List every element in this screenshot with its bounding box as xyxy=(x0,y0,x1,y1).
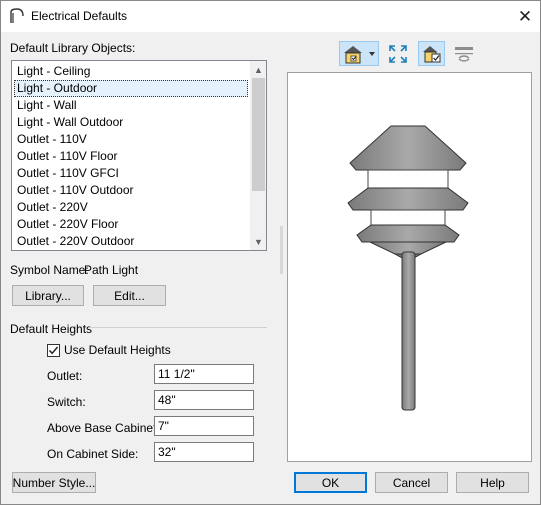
fill-window-button[interactable] xyxy=(385,41,410,66)
library-button[interactable]: Library... xyxy=(12,285,84,306)
default-heights-label: Default Heights xyxy=(10,322,93,336)
list-item[interactable]: Outlet - 220V Outdoor xyxy=(14,233,248,250)
scroll-down-icon[interactable]: ▼ xyxy=(250,233,266,250)
list-scrollbar[interactable]: ▲ ▼ xyxy=(250,61,266,250)
list-item[interactable]: Outlet - 110V Floor xyxy=(14,148,248,165)
checkmark-icon xyxy=(48,346,59,355)
list-item[interactable]: Outlet - 110V GFCI xyxy=(14,165,248,182)
switch-height-field[interactable]: 48" xyxy=(154,390,254,410)
list-item[interactable]: Light - Wall xyxy=(14,97,248,114)
camera-view-button[interactable] xyxy=(339,41,379,66)
list-item[interactable]: Light - Ceiling xyxy=(14,63,248,80)
use-default-heights-checkbox[interactable] xyxy=(47,344,60,357)
camera-view-icon xyxy=(344,45,375,63)
outlet-height-field[interactable]: 11 1/2" xyxy=(154,364,254,384)
list-item[interactable]: Outlet - 110V xyxy=(14,131,248,148)
number-style-button[interactable]: Number Style... xyxy=(12,472,96,493)
object-preview[interactable] xyxy=(287,72,532,462)
ok-button[interactable]: OK xyxy=(294,472,367,493)
outlet-height-label: Outlet: xyxy=(47,369,83,383)
pane-splitter[interactable] xyxy=(280,226,283,274)
list-item[interactable]: Outlet - 220V xyxy=(14,199,248,216)
scroll-thumb[interactable] xyxy=(252,78,265,191)
section-view-icon xyxy=(455,46,473,62)
cancel-button[interactable]: Cancel xyxy=(375,472,448,493)
on-cabinet-side-field[interactable]: 32" xyxy=(154,442,254,462)
above-base-cabinet-label: Above Base Cabinet: xyxy=(47,421,160,435)
list-item[interactable]: Outlet - 220V Floor xyxy=(14,216,248,233)
group-divider xyxy=(89,327,267,328)
help-button[interactable]: Help xyxy=(456,472,529,493)
scroll-up-icon[interactable]: ▲ xyxy=(250,61,266,78)
section-view-button[interactable] xyxy=(451,41,477,66)
library-objects-list[interactable]: Light - Ceiling Light - Outdoor Light - … xyxy=(11,60,267,251)
list-item[interactable]: Light - Wall Outdoor xyxy=(14,114,248,131)
app-icon xyxy=(9,8,25,24)
view-options-button[interactable] xyxy=(418,41,445,66)
edit-button[interactable]: Edit... xyxy=(93,285,166,306)
close-icon[interactable]: ✕ xyxy=(510,3,540,30)
symbol-name-label: Symbol Name: xyxy=(10,263,89,277)
electrical-defaults-dialog: Electrical Defaults ✕ Default Library Ob… xyxy=(0,0,541,505)
library-objects-label: Default Library Objects: xyxy=(10,41,136,55)
window-title: Electrical Defaults xyxy=(31,9,128,23)
title-bar: Electrical Defaults ✕ xyxy=(1,1,540,32)
symbol-name-value: Path Light xyxy=(84,263,139,277)
switch-height-label: Switch: xyxy=(47,395,86,409)
view-options-icon xyxy=(422,45,440,62)
path-light-preview-icon xyxy=(347,125,469,411)
above-base-cabinet-field[interactable]: 7" xyxy=(154,416,254,436)
list-item[interactable]: Outlet - 110V Outdoor xyxy=(14,182,248,199)
on-cabinet-side-label: On Cabinet Side: xyxy=(47,447,139,461)
use-default-heights-label: Use Default Heights xyxy=(64,343,171,357)
fill-window-icon xyxy=(388,44,407,63)
list-item-selected[interactable]: Light - Outdoor xyxy=(14,80,248,97)
